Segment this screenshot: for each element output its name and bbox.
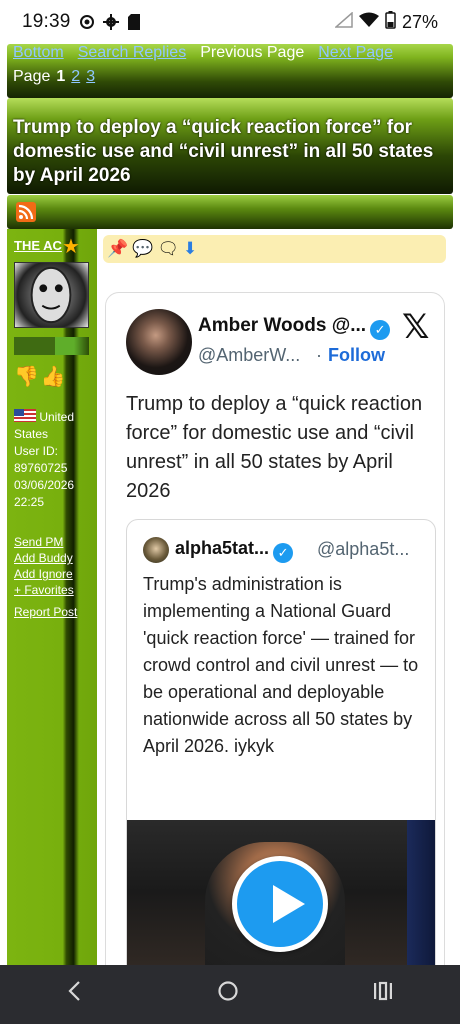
poster-avatar [14, 262, 89, 328]
add-buddy-link[interactable]: Add Buddy [14, 550, 77, 566]
tweet-author-avatar[interactable] [126, 309, 192, 375]
battery-icon [385, 10, 396, 34]
quoted-author-name: alpha5tat... [175, 538, 270, 558]
favorites-link[interactable]: + Favorites [14, 582, 77, 598]
recent-apps-button[interactable] [372, 980, 394, 1009]
thumbs-up-icon[interactable]: 👍 [41, 364, 66, 389]
star-icon: ★ [62, 236, 80, 258]
page-navigation: Bottom Search Replies Previous Page Next… [7, 44, 453, 98]
rss-icon[interactable] [16, 202, 36, 222]
page-2-link[interactable]: 2 [71, 68, 80, 86]
post-time: 22:25 [14, 495, 45, 509]
user-id-value: 89760725 [14, 461, 68, 475]
page-label: Page [13, 68, 51, 85]
scroll-down-icon[interactable]: ⬇ [183, 239, 197, 259]
follow-button[interactable]: Follow [328, 345, 385, 365]
back-button[interactable] [66, 980, 84, 1009]
search-replies-link[interactable]: Search Replies [78, 44, 187, 62]
add-ignore-link[interactable]: Add Ignore [14, 566, 77, 582]
signal-icon [333, 10, 353, 33]
post-action-bar: 📌 💬 🗨 ⬇ [103, 235, 446, 263]
tweet-text: Trump to deploy a “quick reaction force”… [126, 393, 423, 502]
previous-page-label: Previous Page [200, 44, 305, 61]
gear-icon [102, 14, 119, 30]
home-button[interactable] [217, 980, 239, 1009]
status-time: 19:39 [22, 11, 71, 32]
sd-card-icon [127, 14, 141, 30]
reputation-bar [14, 337, 89, 355]
report-post-link[interactable]: Report Post [14, 604, 77, 620]
reply-icon[interactable]: 💬 [132, 239, 153, 259]
next-page-link[interactable]: Next Page [318, 44, 393, 62]
nfc-icon [79, 14, 95, 30]
quoted-verified-badge-icon: ✓ [273, 543, 294, 563]
thread-title: Trump to deploy a “quick reaction force”… [13, 117, 434, 186]
verified-badge-icon: ✓ [370, 320, 391, 340]
user-id-label: User ID: [14, 444, 59, 458]
battery-percent: 27% [401, 11, 438, 32]
poster-sidebar: THE AC ★ 👎 👍 United States User ID: 8976… [7, 229, 97, 965]
quoted-tweet-text: Trump's administration is implementing a… [143, 574, 419, 756]
tweet-author-name[interactable]: Amber Woods @... [198, 315, 366, 336]
pin-icon[interactable]: 📌 [107, 239, 128, 259]
x-logo-icon[interactable]: 𝕏 [402, 307, 429, 347]
tweet-author-handle[interactable]: @AmberW... [198, 345, 300, 366]
system-navigation-bar [0, 965, 460, 1024]
poster-username[interactable]: THE AC [14, 238, 62, 253]
thread-title-bar: Trump to deploy a “quick reaction force”… [7, 98, 453, 194]
poster-info: United States User ID: 89760725 03/06/20… [14, 409, 94, 511]
page-3-link[interactable]: 3 [86, 68, 95, 86]
thumbs-down-icon[interactable]: 👎 [14, 364, 39, 389]
bottom-link[interactable]: Bottom [13, 44, 64, 62]
quoted-author-avatar [143, 537, 169, 563]
send-pm-link[interactable]: Send PM [14, 534, 77, 550]
page-1: 1 [56, 68, 66, 85]
us-flag-icon [14, 409, 36, 422]
quoted-author-handle: @alpha5t... [317, 539, 410, 559]
wifi-icon [358, 12, 379, 33]
quote-reply-icon[interactable]: 🗨 [157, 239, 179, 259]
play-video-button[interactable] [232, 856, 328, 952]
post-date: 03/06/2026 [14, 478, 75, 492]
rss-bar [7, 195, 453, 229]
status-bar: 19:39 27% [0, 0, 460, 44]
